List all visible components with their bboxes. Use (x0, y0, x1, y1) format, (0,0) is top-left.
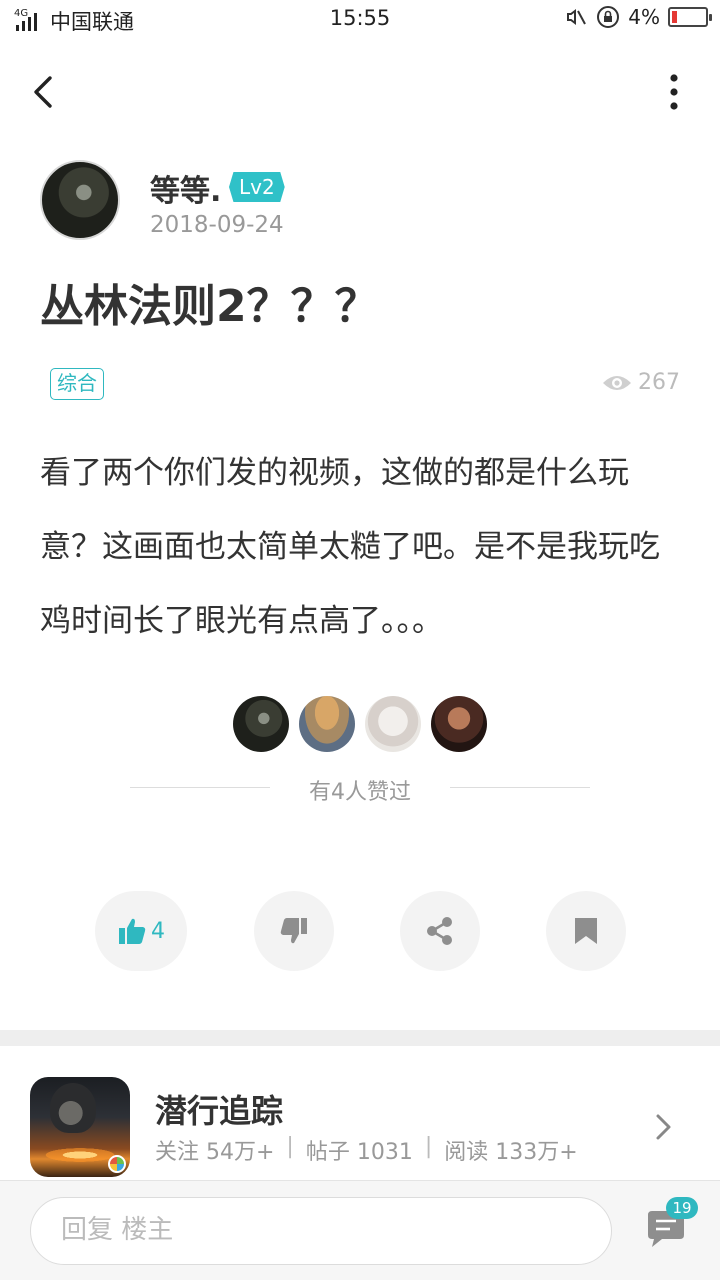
liker-avatar[interactable] (233, 696, 289, 752)
more-options-icon[interactable] (664, 70, 684, 114)
level-badge: Lv2 (229, 172, 285, 202)
comment-count-badge: 19 (666, 1197, 698, 1219)
liker-avatar[interactable] (431, 696, 487, 752)
dislike-button[interactable] (254, 891, 334, 971)
thumbs-up-icon (119, 918, 146, 944)
author-name[interactable]: 等等. (150, 166, 221, 210)
like-button[interactable]: 4 (95, 891, 187, 971)
liker-avatar[interactable] (365, 696, 421, 752)
reply-input[interactable]: 回复 楼主 (30, 1197, 612, 1265)
mute-icon (567, 9, 587, 25)
like-count: 4 (151, 918, 165, 944)
rotation-lock-icon (597, 6, 620, 28)
bookmark-button[interactable] (546, 891, 626, 971)
status-bar: 4G 中国联通 15:55 4% (0, 0, 720, 38)
chevron-right-icon[interactable] (652, 1112, 676, 1142)
share-button[interactable] (400, 891, 480, 971)
follow-count: 关注 54万+ (155, 1140, 275, 1165)
liker-avatar[interactable] (299, 696, 355, 752)
liker-avatars (0, 696, 720, 752)
view-count-number: 267 (638, 370, 680, 395)
battery-icon (668, 7, 712, 27)
post-title: 丛林法则2？？？ (40, 281, 379, 332)
author-avatar[interactable] (40, 160, 120, 240)
top-nav (0, 58, 720, 128)
app-badge-icon (108, 1155, 126, 1173)
share-icon (427, 917, 452, 945)
battery-percent: 4% (628, 5, 660, 29)
back-arrow-icon[interactable] (24, 70, 68, 114)
view-count: 267 (602, 370, 680, 395)
category-tag[interactable]: 综合 (50, 368, 104, 400)
post-count: 帖子 1031 (305, 1140, 413, 1165)
post-body: 看了两个你们发的视频，这做的都是什么玩意？这画面也太简单太糙了吧。是不是我玩吃鸡… (40, 455, 660, 639)
post-date: 2018-09-24 (150, 212, 284, 238)
game-stats: 关注 54万+ | 帖子 1031 | 阅读 133万+ (155, 1134, 578, 1165)
section-divider (0, 1030, 720, 1046)
game-name[interactable]: 潜行追踪 (155, 1086, 283, 1132)
thumbs-down-icon (280, 918, 307, 944)
like-summary[interactable]: 有4人赞过 (0, 774, 720, 806)
eye-icon (603, 375, 631, 390)
read-count: 阅读 133万+ (444, 1140, 578, 1165)
bookmark-icon (575, 918, 597, 944)
reply-bar: 回复 楼主 19 (0, 1180, 720, 1280)
game-icon[interactable] (30, 1077, 130, 1177)
divider-line (450, 787, 590, 788)
